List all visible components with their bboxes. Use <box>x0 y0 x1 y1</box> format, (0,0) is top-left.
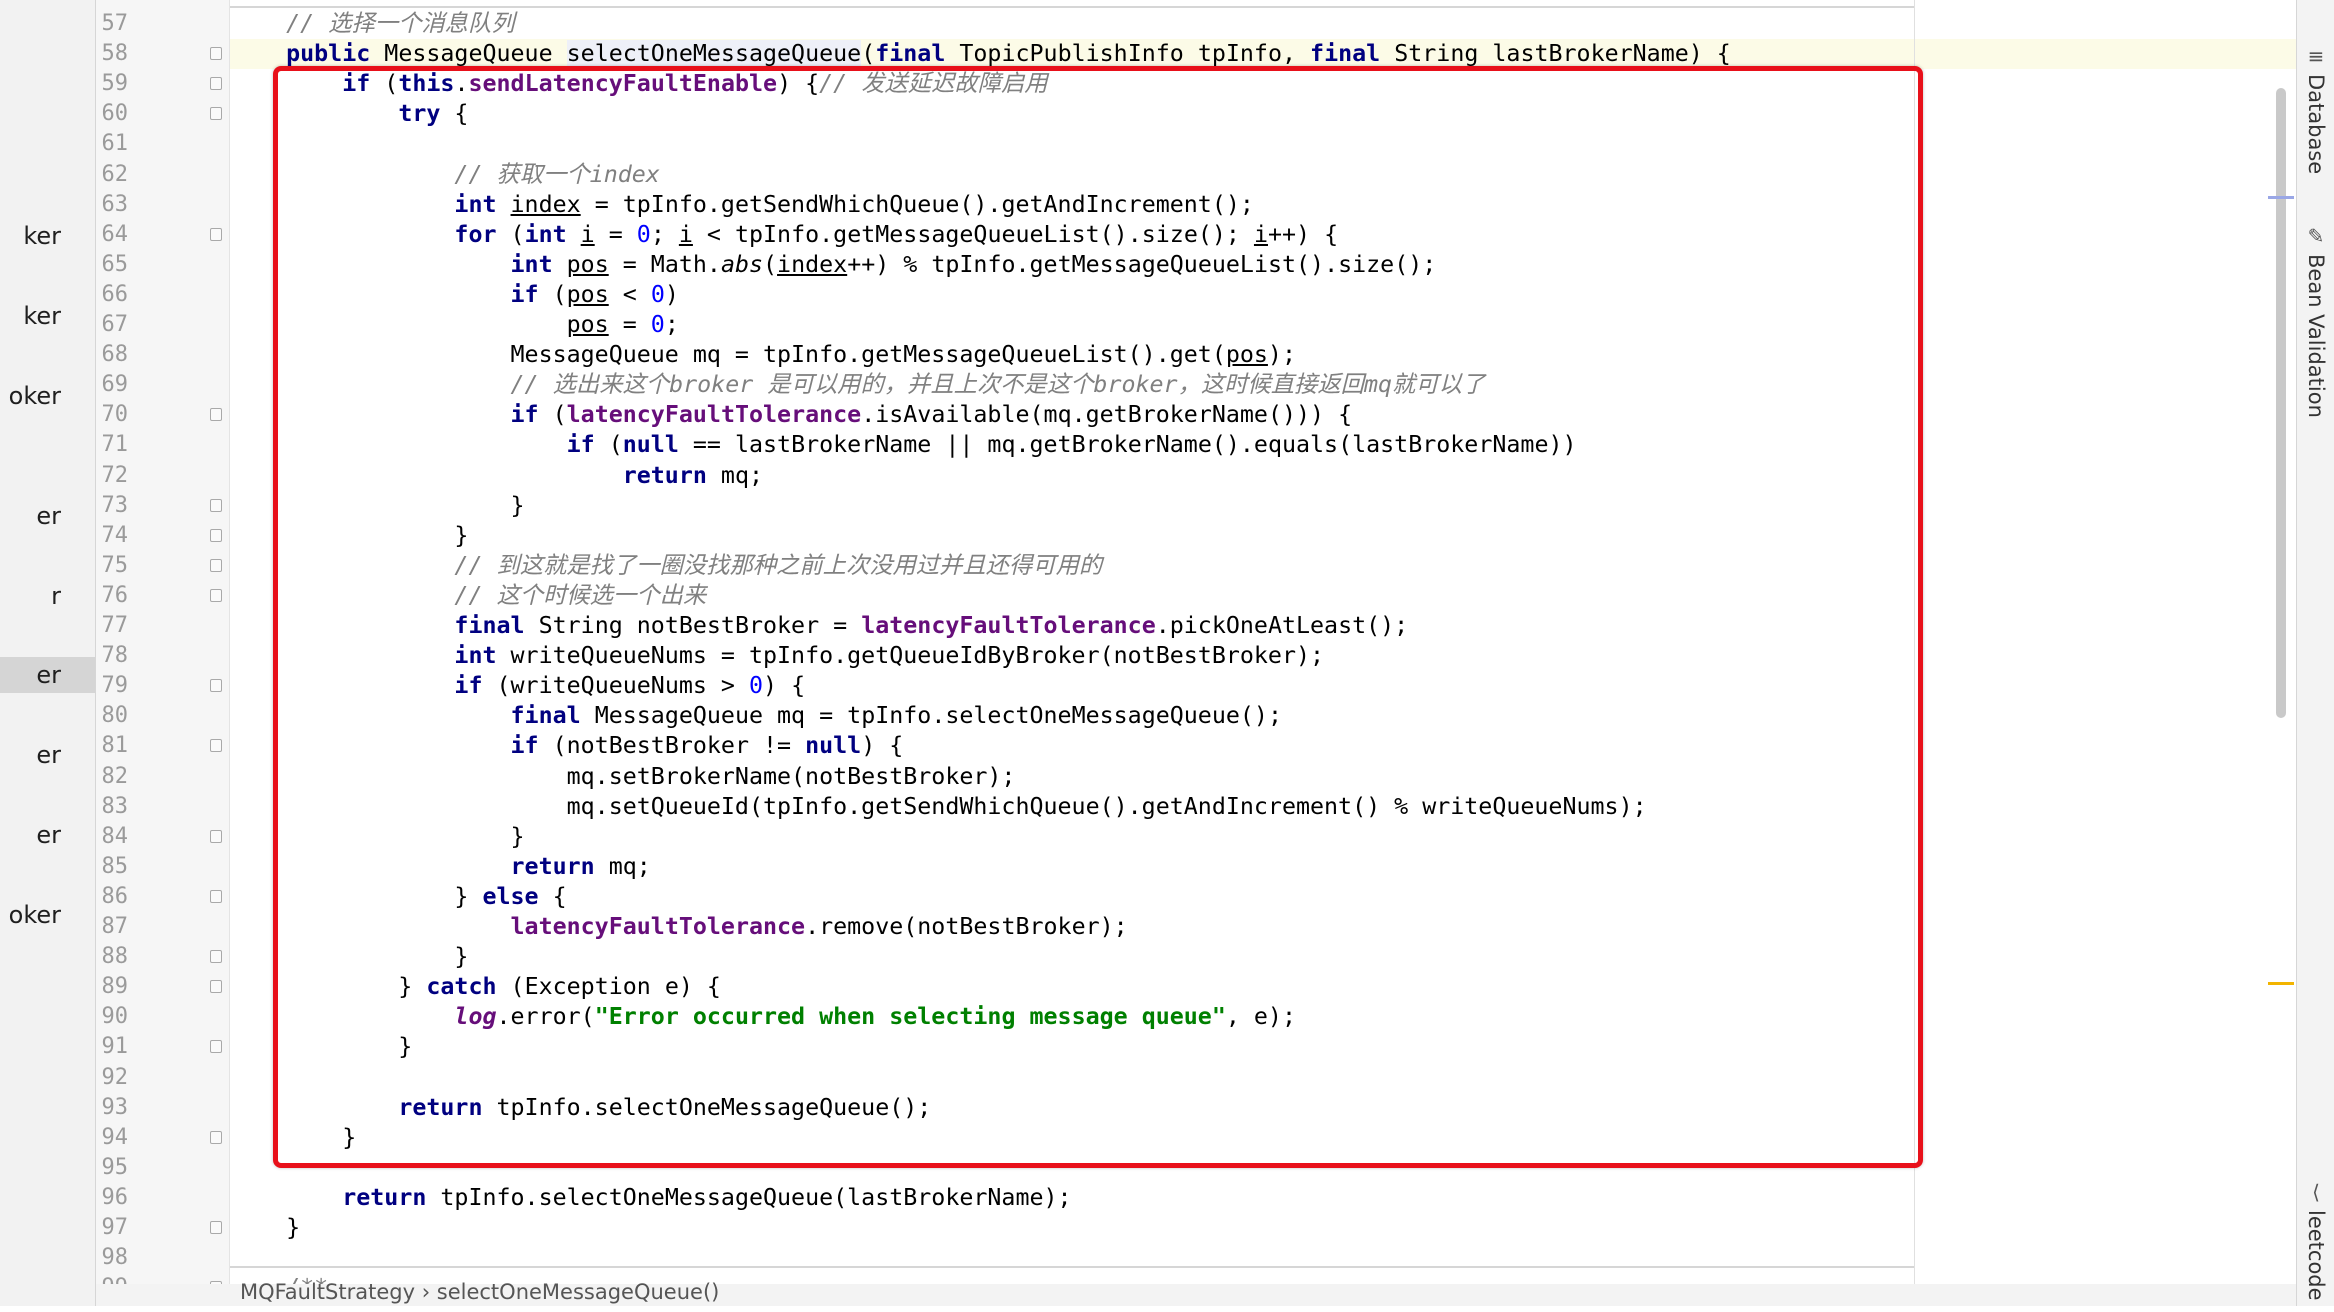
fold-marker-icon[interactable] <box>210 408 222 422</box>
fold-marker-icon[interactable] <box>210 829 222 843</box>
code-line[interactable]: 57 // 选择一个消息队列 <box>102 9 2296 39</box>
line-number: 57 <box>101 11 129 36</box>
project-tree-item-label: er <box>36 502 61 530</box>
line-number: 92 <box>101 1064 129 1090</box>
line-number: 68 <box>101 342 129 368</box>
fold-marker-icon[interactable] <box>210 528 222 542</box>
project-tree-item-label: ker <box>23 302 61 330</box>
line-number: 90 <box>101 1004 129 1030</box>
leetcode-icon: ⟨ <box>2312 1180 2320 1204</box>
fold-marker-icon[interactable] <box>210 679 222 693</box>
line-number: 80 <box>101 703 129 729</box>
line-number: 84 <box>101 823 129 849</box>
fold-marker-icon[interactable] <box>210 1130 222 1144</box>
project-tree-item-label: oker <box>8 901 61 929</box>
tool-window-database[interactable]: ≡ Database <box>2297 44 2334 174</box>
line-number: 64 <box>101 221 129 247</box>
fold-marker-icon[interactable] <box>210 739 222 753</box>
code-text: // 选择一个消息队列 <box>286 10 515 37</box>
tool-window-label: leetcode <box>2304 1210 2328 1301</box>
breadcrumb-text[interactable]: MQFaultStrategy › selectOneMessageQueue(… <box>240 1272 719 1312</box>
project-tree-item-label: er <box>36 661 61 689</box>
method-separator-top <box>230 6 1914 8</box>
line-number: 58 <box>101 41 129 67</box>
fold-marker-icon[interactable] <box>210 889 222 903</box>
fold-marker-icon[interactable] <box>210 558 222 572</box>
highlight-annotation-box <box>273 66 1923 1168</box>
line-number: 78 <box>101 643 129 669</box>
fold-marker-icon[interactable] <box>210 107 222 121</box>
line-number: 98 <box>101 1245 129 1271</box>
tool-window-label: Bean Validation <box>2304 254 2328 418</box>
code-text: } <box>230 1214 301 1241</box>
project-tree-item-label: ker <box>23 222 61 250</box>
bean-validation-icon: ✎ <box>2307 224 2325 248</box>
line-number: 97 <box>101 1215 129 1240</box>
line-number: 62 <box>101 161 129 187</box>
code-line[interactable]: 96 return tpInfo.selectOneMessageQueue(l… <box>102 1183 2296 1213</box>
code-line[interactable]: 98 <box>102 1243 2296 1273</box>
method-separator-bottom <box>230 1266 1914 1268</box>
line-number: 77 <box>101 613 129 638</box>
project-tree-item-label: r <box>51 582 61 610</box>
fold-marker-icon[interactable] <box>210 227 222 241</box>
fold-marker-icon[interactable] <box>210 1221 222 1234</box>
editor-scrollbar-thumb[interactable] <box>2276 88 2286 718</box>
code-line[interactable]: 58 public MessageQueue selectOneMessageQ… <box>102 39 2296 70</box>
line-number: 60 <box>101 101 129 127</box>
line-number: 96 <box>101 1184 129 1210</box>
line-number: 75 <box>101 552 129 578</box>
code-text: public MessageQueue selectOneMessageQueu… <box>286 40 1731 68</box>
line-number: 71 <box>101 432 129 458</box>
line-number: 76 <box>101 582 129 608</box>
tool-window-leetcode[interactable]: ⟨ leetcode <box>2297 1180 2334 1301</box>
right-tool-window-rail: ≡ Database ✎ Bean Validation ⟨ leetcode <box>2296 0 2334 1306</box>
fold-marker-icon[interactable] <box>210 47 222 61</box>
line-number: 63 <box>101 191 129 217</box>
scroll-marker-orange <box>2268 982 2294 985</box>
line-number: 85 <box>101 853 129 879</box>
line-number: 86 <box>101 883 129 909</box>
tool-window-bean-validation[interactable]: ✎ Bean Validation <box>2297 224 2334 418</box>
line-number: 88 <box>101 944 129 970</box>
line-number: 79 <box>101 673 129 699</box>
editor-breadcrumb-bar: MQFaultStrategy › selectOneMessageQueue(… <box>96 1280 2296 1306</box>
line-number: 65 <box>101 251 129 277</box>
project-tree-item-label: er <box>36 741 61 769</box>
line-number: 69 <box>101 372 129 398</box>
tool-window-label: Database <box>2304 74 2328 175</box>
database-icon: ≡ <box>2307 44 2325 68</box>
line-number: 72 <box>101 462 129 488</box>
line-number: 81 <box>101 733 129 759</box>
fold-marker-icon[interactable] <box>210 588 222 602</box>
code-text: return tpInfo.selectOneMessageQueue(last… <box>342 1183 1072 1211</box>
line-number: 91 <box>101 1034 129 1060</box>
line-number: 66 <box>101 281 129 307</box>
fold-marker-icon[interactable] <box>210 1040 222 1054</box>
line-number: 83 <box>101 793 129 819</box>
project-tree-item-label: er <box>36 821 61 849</box>
line-number: 74 <box>101 522 129 548</box>
fold-marker-icon[interactable] <box>210 950 222 964</box>
line-number: 87 <box>101 914 129 939</box>
line-number: 61 <box>101 131 129 157</box>
fold-marker-icon[interactable] <box>210 77 222 91</box>
fold-marker-icon[interactable] <box>210 980 222 994</box>
project-tree-item-label: oker <box>8 382 61 410</box>
line-number: 73 <box>101 492 129 518</box>
line-number: 89 <box>101 974 129 1000</box>
line-number: 93 <box>101 1094 129 1120</box>
line-number: 67 <box>101 312 129 337</box>
line-number: 82 <box>101 763 129 789</box>
line-number: 94 <box>101 1124 129 1150</box>
line-number: 59 <box>101 71 129 97</box>
line-number: 70 <box>101 402 129 428</box>
line-number: 95 <box>101 1154 129 1180</box>
code-line[interactable]: 97 } <box>102 1213 2296 1243</box>
scroll-marker-blue <box>2268 196 2294 199</box>
fold-marker-icon[interactable] <box>210 498 222 512</box>
